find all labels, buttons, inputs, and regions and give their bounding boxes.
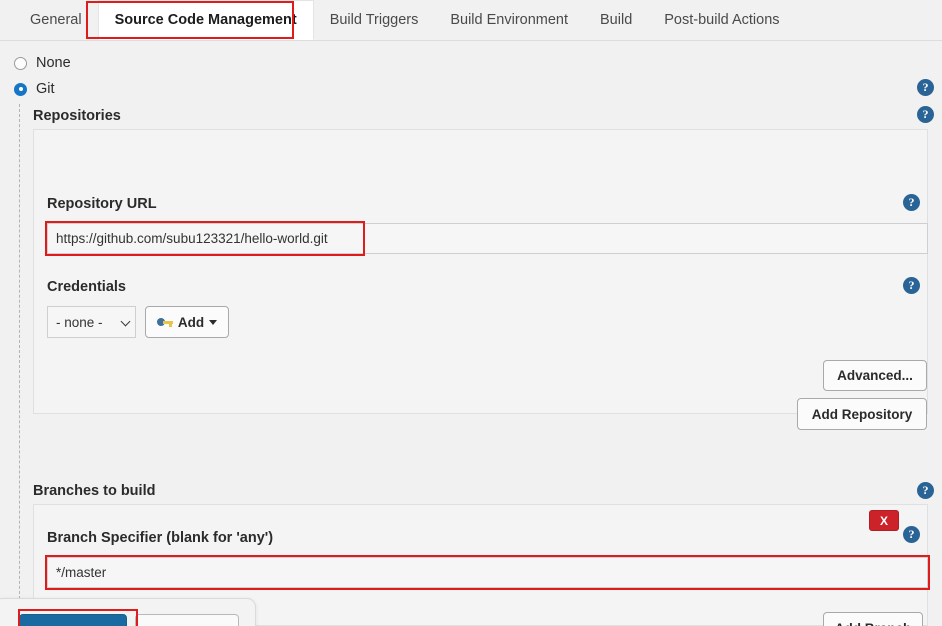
help-icon-git[interactable]: ? [917, 79, 934, 96]
radio-none-indicator[interactable] [14, 57, 27, 70]
tab-source-code-management[interactable]: Source Code Management [98, 0, 314, 40]
repository-url-input[interactable] [47, 223, 928, 254]
radio-none-label: None [36, 55, 71, 71]
jenkins-job-config-page: General Source Code Management Build Tri… [0, 0, 942, 626]
credentials-label: Credentials [47, 279, 126, 295]
add-repository-button[interactable]: Add Repository [797, 398, 927, 430]
scm-section: None Git ? ? Repositories Repository URL… [0, 41, 942, 626]
add-credentials-label: Add [178, 315, 204, 330]
form-indent-guide [19, 104, 20, 609]
radio-option-git[interactable]: Git [14, 81, 55, 97]
tab-build[interactable]: Build [584, 0, 648, 40]
tab-build-triggers[interactable]: Build Triggers [314, 0, 435, 40]
apply-button[interactable]: Apply [135, 614, 239, 626]
help-icon-branches-to-build[interactable]: ? [917, 482, 934, 499]
delete-branch-button[interactable]: X [869, 510, 899, 531]
branch-specifier-label: Branch Specifier (blank for 'any') [47, 530, 273, 546]
repositories-heading: Repositories [33, 108, 121, 124]
advanced-button[interactable]: Advanced... [823, 360, 927, 391]
credentials-select-wrap: - none - [47, 306, 136, 338]
help-icon-repository-url[interactable]: ? [903, 194, 920, 211]
radio-option-none[interactable]: None [14, 55, 71, 71]
help-icon-credentials[interactable]: ? [903, 277, 920, 294]
tab-general[interactable]: General [14, 0, 98, 40]
branches-to-build-heading: Branches to build [33, 483, 155, 499]
form-action-bar: Save Apply [0, 598, 256, 626]
tab-post-build-actions[interactable]: Post-build Actions [648, 0, 795, 40]
add-credentials-button[interactable]: Add [145, 306, 229, 338]
help-icon-repositories[interactable]: ? [917, 106, 934, 123]
credentials-select[interactable]: - none - [47, 306, 136, 338]
repository-url-label: Repository URL [47, 196, 157, 212]
branch-specifier-input[interactable] [47, 557, 928, 588]
save-button[interactable]: Save [19, 614, 127, 626]
config-tab-bar: General Source Code Management Build Tri… [0, 0, 942, 41]
radio-git-label: Git [36, 81, 55, 97]
tab-build-environment[interactable]: Build Environment [434, 0, 584, 40]
key-icon [157, 317, 173, 327]
caret-down-icon [209, 320, 217, 325]
repositories-panel [33, 129, 928, 414]
radio-git-indicator[interactable] [14, 83, 27, 96]
help-icon-branch-specifier[interactable]: ? [903, 526, 920, 543]
add-branch-button[interactable]: Add Branch [823, 612, 923, 626]
